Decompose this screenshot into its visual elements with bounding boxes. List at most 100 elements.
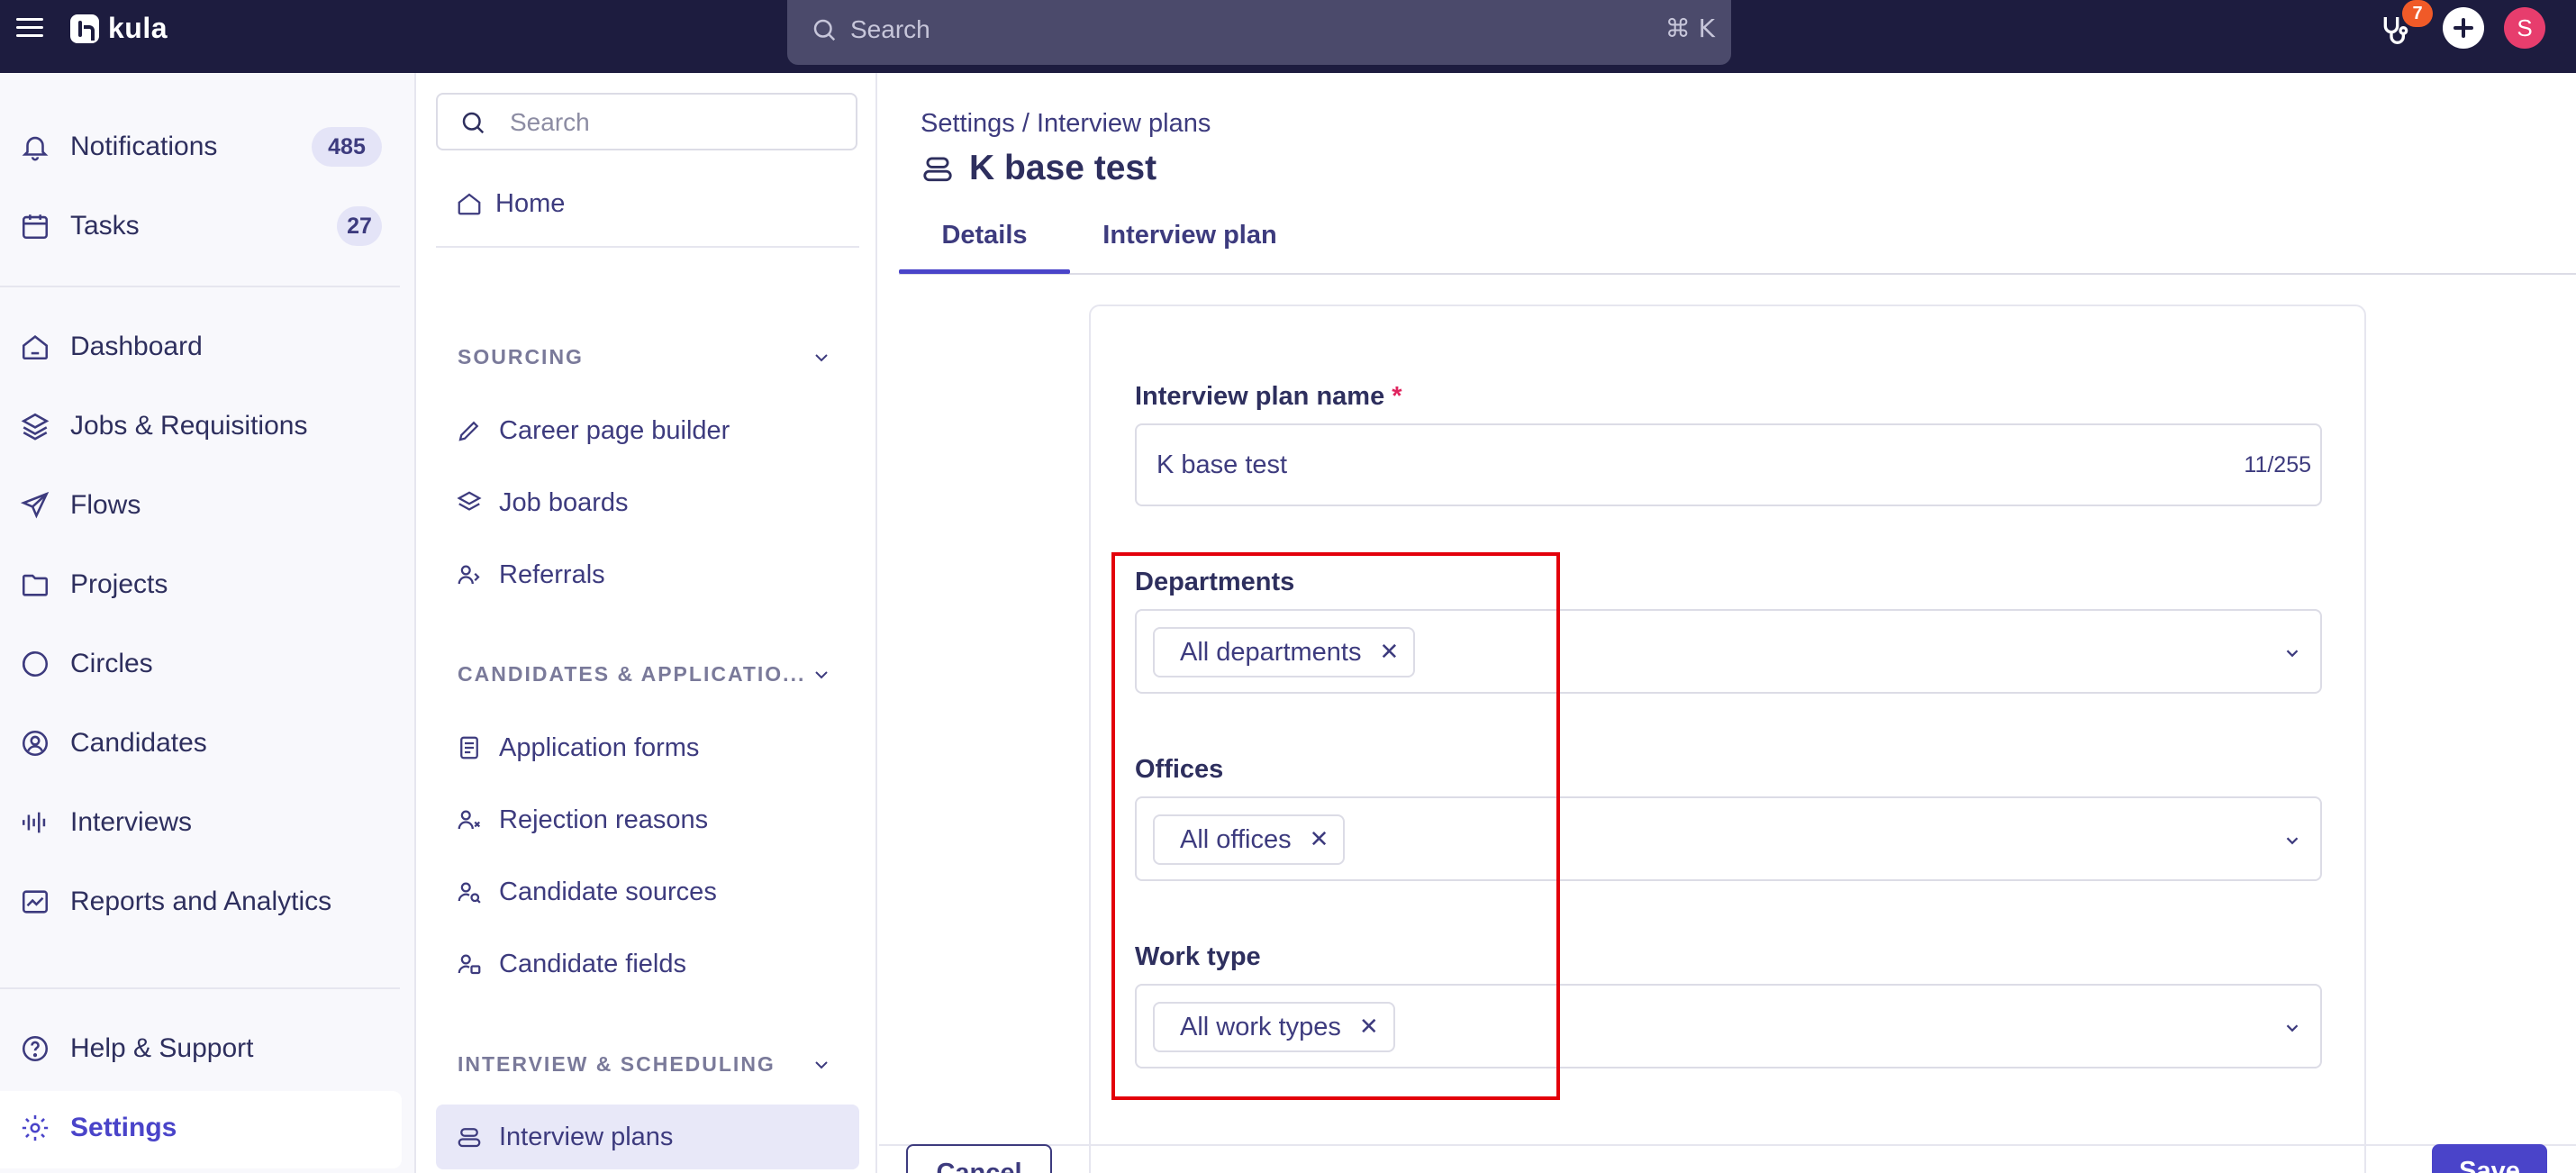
sub-item-candidate-fields[interactable]: Candidate fields <box>436 932 859 996</box>
chevron-down-icon[interactable] <box>2282 1018 2302 1038</box>
page-title-row: K base test <box>921 149 1156 188</box>
nav-label: Candidates <box>70 728 207 758</box>
section-candidates-applications[interactable]: CANDIDATES & APPLICATIO... <box>458 662 805 687</box>
nav-label: Flows <box>70 490 141 520</box>
search-icon <box>462 112 485 134</box>
nav-label: Reports and Analytics <box>70 887 332 916</box>
search-placeholder: Search <box>510 108 590 136</box>
sub-item-career-page-builder[interactable]: Career page builder <box>436 398 859 463</box>
app-name: kula <box>108 12 168 44</box>
nav-label: Jobs & Requisitions <box>70 411 308 441</box>
section-interview-scheduling[interactable]: INTERVIEW & SCHEDULING <box>458 1052 776 1077</box>
section-sourcing[interactable]: SOURCING <box>458 345 584 369</box>
nav-projects[interactable]: Projects <box>0 558 416 612</box>
gear-icon <box>22 1114 49 1141</box>
nav-divider <box>0 286 400 287</box>
tab-details[interactable]: Details <box>899 221 1070 275</box>
circle-icon <box>22 650 49 677</box>
nav-label: Settings <box>70 1113 177 1142</box>
nav-label: Interviews <box>70 807 193 837</box>
sub-item-label: Referrals <box>499 559 605 589</box>
sub-divider <box>436 246 859 248</box>
nav-notifications[interactable]: Notifications 485 <box>0 120 416 174</box>
chevron-down-icon[interactable] <box>811 664 832 686</box>
user-circle-icon <box>22 730 49 757</box>
character-counter: 11/255 <box>2244 452 2311 477</box>
sub-item-referrals[interactable]: Referrals <box>436 542 859 607</box>
chevron-down-icon[interactable] <box>811 1054 832 1076</box>
sub-item-label: Candidate sources <box>499 877 717 906</box>
tab-interview-plan[interactable]: Interview plan <box>1086 221 1293 275</box>
nav-flows[interactable]: Flows <box>0 478 416 532</box>
sub-item-label: Job boards <box>499 487 629 517</box>
save-button[interactable]: Save <box>2432 1144 2547 1173</box>
nav-tasks[interactable]: Tasks 27 <box>0 199 416 253</box>
nav-label: Dashboard <box>70 332 203 361</box>
nav-settings[interactable]: Settings <box>0 1101 416 1155</box>
help-icon <box>22 1035 49 1062</box>
chevron-down-icon[interactable] <box>811 347 832 368</box>
chart-icon <box>22 890 49 914</box>
sub-item-label: Career page builder <box>499 415 730 445</box>
sub-item-label: Candidate fields <box>499 949 686 978</box>
breadcrumb[interactable]: Settings / Interview plans <box>921 109 1211 139</box>
nav-interviews[interactable]: Interviews <box>0 796 416 850</box>
nav-label: Circles <box>70 649 153 678</box>
primary-sidebar: Notifications 485 Tasks 27 Dashboard Job… <box>0 73 416 1173</box>
stack-icon <box>458 1128 481 1148</box>
user-avatar[interactable]: S <box>2504 7 2545 49</box>
app-logo[interactable]: kula <box>70 12 168 45</box>
active-tab-indicator <box>899 269 1070 274</box>
folder-icon <box>22 574 49 596</box>
user-x-icon <box>458 810 481 830</box>
kula-logo-icon <box>70 14 99 43</box>
create-plus-button[interactable] <box>2443 7 2484 49</box>
home-icon <box>22 335 49 360</box>
nav-help-support[interactable]: Help & Support <box>0 1022 416 1076</box>
document-icon <box>460 736 478 759</box>
chevron-down-icon[interactable] <box>2282 643 2302 663</box>
nav-reports-analytics[interactable]: Reports and Analytics <box>0 875 416 929</box>
input-value: K base test <box>1156 450 1288 479</box>
page-title: K base test <box>969 149 1157 187</box>
search-icon <box>813 19 836 41</box>
tasks-count-badge: 27 <box>337 206 382 246</box>
sub-item-job-boards[interactable]: Job boards <box>436 470 859 535</box>
home-icon <box>458 193 481 215</box>
nav-label: Help & Support <box>70 1033 254 1063</box>
chevron-down-icon[interactable] <box>2282 831 2302 850</box>
pencil-icon <box>458 421 479 441</box>
sub-item-rejection-reasons[interactable]: Rejection reasons <box>436 787 859 852</box>
settings-search-input[interactable]: Search <box>436 93 857 150</box>
sub-item-application-forms[interactable]: Application forms <box>436 715 859 780</box>
calendar-icon <box>22 214 49 240</box>
audio-wave-icon <box>22 812 46 833</box>
sub-item-label: Home <box>495 188 566 218</box>
users-icon <box>458 565 480 585</box>
hamburger-menu-icon[interactable] <box>16 18 43 40</box>
notification-badge: 7 <box>2402 0 2433 27</box>
settings-sidebar: Search Home SOURCING Career page builder… <box>418 73 877 1173</box>
user-fields-icon <box>458 954 481 975</box>
search-shortcut: ⌘ K <box>1664 14 1715 43</box>
cancel-button[interactable]: Cancel <box>906 1144 1052 1173</box>
required-mark: * <box>1392 382 1402 411</box>
nav-dashboard[interactable]: Dashboard <box>0 320 416 374</box>
top-bar: kula Search ⌘ K 7 S <box>0 0 2576 73</box>
sub-item-interview-plans[interactable]: Interview plans <box>436 1105 859 1169</box>
sub-item-candidate-sources[interactable]: Candidate sources <box>436 859 859 924</box>
send-icon <box>20 491 50 519</box>
settings-home[interactable]: Home <box>436 171 859 236</box>
nav-label: Notifications <box>70 132 218 161</box>
search-placeholder: Search <box>850 15 930 43</box>
bell-icon <box>22 136 49 161</box>
nav-circles[interactable]: Circles <box>0 637 416 691</box>
sub-item-label: Interview plans <box>499 1122 674 1151</box>
stack-icon <box>923 157 952 182</box>
nav-label: Tasks <box>70 211 140 241</box>
nav-candidates[interactable]: Candidates <box>0 716 416 770</box>
label-text: Interview plan name <box>1135 382 1385 411</box>
global-search-input[interactable]: Search ⌘ K <box>787 0 1731 65</box>
interview-plan-name-input[interactable]: K base test 11/255 <box>1135 423 2322 506</box>
nav-jobs-requisitions[interactable]: Jobs & Requisitions <box>0 399 416 453</box>
